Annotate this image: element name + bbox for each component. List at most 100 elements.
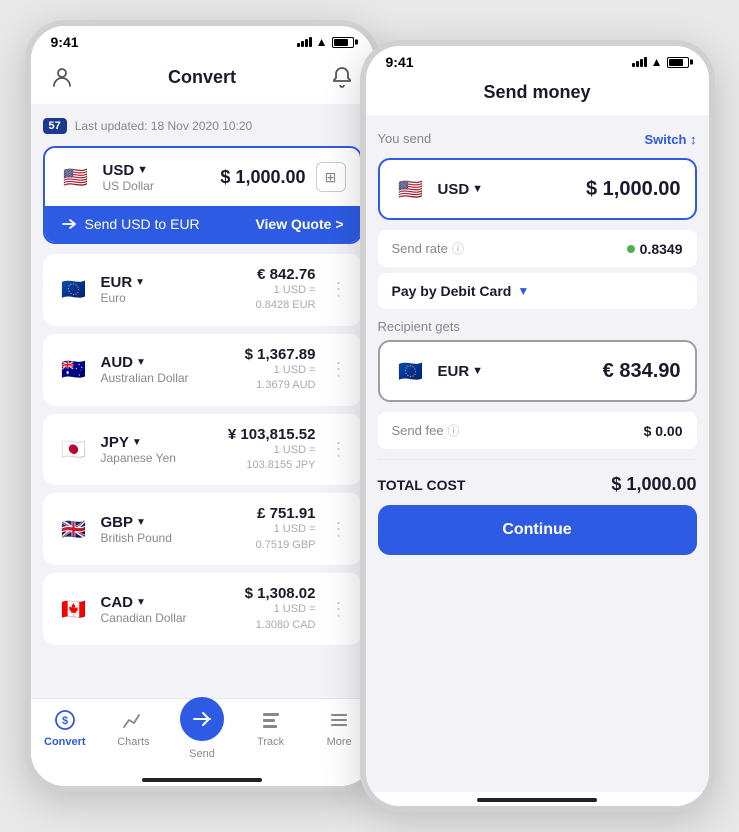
switch-button[interactable]: Switch ↕: [644, 132, 696, 147]
signal-icon: [297, 37, 312, 47]
user-icon[interactable]: [47, 62, 77, 92]
status-bar-2: 9:41 ▲: [366, 46, 709, 74]
send-usd-flag: 🇺🇸: [394, 172, 428, 206]
more-dots-icon[interactable]: ⋮: [330, 599, 348, 620]
total-cost-row: TOTAL COST $ 1,000.00: [378, 459, 697, 505]
send-rate-row: Send rate ⓘ 0.8349: [378, 230, 697, 267]
home-indicator-2: [366, 792, 709, 806]
nav-label-send: Send: [189, 748, 215, 760]
nav-item-charts[interactable]: Charts: [99, 707, 168, 760]
jpy-name: Japanese Yen: [101, 451, 176, 465]
pay-dropdown-icon: ▼: [517, 284, 529, 298]
more-dots-icon[interactable]: ⋮: [330, 439, 348, 460]
jpy-rate: 1 USD =103.8155 JPY: [228, 443, 316, 474]
pay-method-label: Pay by Debit Card: [392, 283, 512, 299]
list-item[interactable]: 🇯🇵 JPY ▼ Japanese Yen ¥ 103,815.52 1 USD…: [43, 414, 362, 486]
you-send-card[interactable]: 🇺🇸 USD ▼ $ 1,000.00: [378, 158, 697, 220]
wifi-icon-2: ▲: [651, 55, 663, 69]
jpy-amount: ¥ 103,815.52: [228, 426, 316, 443]
recipient-label: Recipient gets: [378, 319, 697, 334]
cad-name: Canadian Dollar: [101, 611, 187, 625]
update-text: Last updated: 18 Nov 2020 10:20: [75, 119, 252, 133]
send-amount: $ 1,000.00: [586, 178, 681, 201]
aud-rate: 1 USD =1.3679 AUD: [245, 363, 316, 394]
svg-text:$: $: [62, 715, 68, 727]
recipient-card[interactable]: 🇪🇺 EUR ▼ € 834.90: [378, 340, 697, 402]
send-currency-code[interactable]: USD ▼: [438, 181, 484, 198]
continue-button[interactable]: Continue: [378, 505, 697, 555]
nav-label-convert: Convert: [44, 736, 86, 748]
status-time: 9:41: [51, 34, 79, 50]
gbp-name: British Pound: [101, 531, 172, 545]
update-badge: 57: [43, 118, 67, 134]
more-dots-icon[interactable]: ⋮: [330, 279, 348, 300]
bottom-nav: $ Convert Charts: [31, 698, 374, 772]
aud-name: Australian Dollar: [101, 371, 189, 385]
eur-amount: € 842.76: [256, 266, 316, 283]
app-header: Convert: [31, 54, 374, 104]
list-item[interactable]: 🇦🇺 AUD ▼ Australian Dollar $ 1,367.89 1 …: [43, 334, 362, 406]
eur-flag: 🇪🇺: [57, 273, 91, 307]
track-icon: [258, 707, 284, 733]
convert-icon: $: [52, 707, 78, 733]
recipient-currency-code[interactable]: EUR ▼: [438, 363, 484, 380]
list-item[interactable]: 🇬🇧 GBP ▼ British Pound £ 751.91 1 USD =0…: [43, 493, 362, 565]
calculator-icon[interactable]: ⊞: [316, 162, 346, 192]
total-value: $ 1,000.00: [611, 474, 696, 495]
gbp-amount: £ 751.91: [256, 505, 316, 522]
more-dots-icon[interactable]: ⋮: [330, 519, 348, 540]
source-currency-code[interactable]: USD ▼: [103, 162, 154, 179]
you-send-header: You send Switch ↕: [378, 127, 697, 152]
nav-item-track[interactable]: Track: [236, 707, 305, 760]
currency-list: 🇪🇺 EUR ▼ Euro € 842.76 1 USD =0.8428 EUR: [43, 254, 362, 645]
phone-convert: 9:41 ▲: [25, 20, 380, 792]
more-icon: [326, 707, 352, 733]
bell-icon[interactable]: [327, 62, 357, 92]
nav-item-convert[interactable]: $ Convert: [31, 707, 100, 760]
total-label: TOTAL COST: [378, 477, 466, 493]
source-amount: $ 1,000.00: [220, 167, 305, 188]
list-item[interactable]: 🇪🇺 EUR ▼ Euro € 842.76 1 USD =0.8428 EUR: [43, 254, 362, 326]
aud-code[interactable]: AUD ▼: [101, 354, 189, 371]
send-quote-button[interactable]: Send USD to EUR View Quote >: [45, 206, 360, 242]
send-header: Send money: [366, 74, 709, 115]
battery-icon-2: [667, 57, 689, 68]
phone-send-money: 9:41 ▲ Send money: [360, 40, 715, 812]
you-send-label: You send: [378, 131, 432, 146]
list-item[interactable]: 🇨🇦 CAD ▼ Canadian Dollar $ 1,308.02 1 US…: [43, 573, 362, 645]
nav-item-send[interactable]: Send: [168, 707, 237, 760]
pay-method-row[interactable]: Pay by Debit Card ▼: [378, 273, 697, 309]
send-currency-left: 🇺🇸 USD ▼: [394, 172, 484, 206]
send-dropdown-icon: ▼: [472, 183, 483, 195]
gbp-rate: 1 USD =0.7519 GBP: [256, 522, 316, 553]
more-dots-icon[interactable]: ⋮: [330, 359, 348, 380]
nav-label-track: Track: [257, 736, 284, 748]
cad-code[interactable]: CAD ▼: [101, 594, 187, 611]
send-content: You send Switch ↕ 🇺🇸 USD ▼ $ 1,000.00: [366, 115, 709, 792]
send-rate-label: Send rate ⓘ: [392, 240, 464, 257]
recipient-amount: € 834.90: [603, 360, 681, 383]
send-fee-label: Send fee ⓘ: [392, 422, 460, 439]
jpy-code[interactable]: JPY ▼: [101, 434, 176, 451]
currency-left: 🇺🇸 USD ▼ US Dollar: [59, 160, 154, 194]
gbp-flag: 🇬🇧: [57, 512, 91, 546]
cad-amount: $ 1,308.02: [245, 585, 316, 602]
source-currency-name: US Dollar: [103, 179, 154, 193]
battery-icon: [332, 37, 354, 48]
aud-flag: 🇦🇺: [57, 353, 91, 387]
aud-amount: $ 1,367.89: [245, 346, 316, 363]
gbp-code[interactable]: GBP ▼: [101, 514, 172, 531]
recipient-currency-left: 🇪🇺 EUR ▼: [394, 354, 484, 388]
signal-icon-2: [632, 57, 647, 67]
cad-rate: 1 USD =1.3080 CAD: [245, 602, 316, 633]
rate-dot: [627, 245, 635, 253]
view-quote-label: View Quote >: [255, 216, 343, 232]
send-icon: [180, 697, 224, 741]
send-fee-row: Send fee ⓘ $ 0.00: [378, 412, 697, 449]
send-label: Send USD to EUR: [85, 216, 200, 232]
eur-code[interactable]: EUR ▼: [101, 274, 146, 291]
status-time-2: 9:41: [386, 54, 414, 70]
eur-name: Euro: [101, 291, 146, 305]
source-currency-card[interactable]: 🇺🇸 USD ▼ US Dollar $ 1,000.00: [43, 146, 362, 244]
recipient-eur-flag: 🇪🇺: [394, 354, 428, 388]
